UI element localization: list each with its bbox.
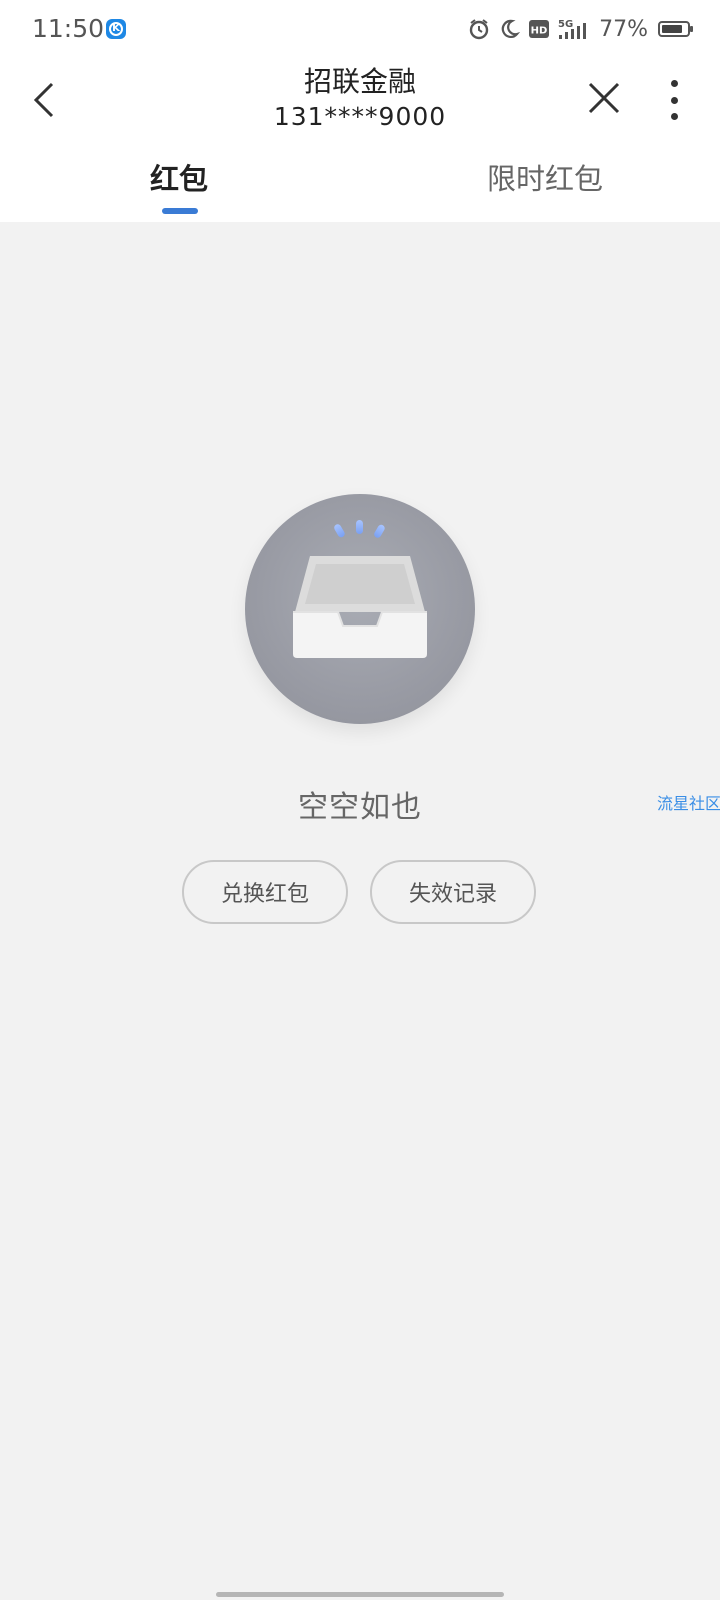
hd-icon: HD <box>527 17 551 41</box>
close-icon <box>588 82 620 114</box>
tab-indicator <box>162 208 198 214</box>
5g-signal-icon: 5G <box>557 17 591 41</box>
expired-records-button[interactable]: 失效记录 <box>370 860 536 924</box>
moon-icon <box>497 17 521 41</box>
tab-bar: 红包 限时红包 <box>0 142 720 222</box>
status-bar: 11:50 K HD 5G 77% <box>0 0 720 58</box>
app-notification-icon: K <box>106 19 126 39</box>
battery-icon <box>658 21 693 37</box>
tab-limited-red-packet[interactable]: 限时红包 <box>487 156 603 198</box>
watermark-text: 流星社区 <box>657 794 720 813</box>
nav-bar: 招联金融 131****9000 <box>0 58 720 142</box>
svg-text:HD: HD <box>531 26 548 37</box>
status-icons: HD 5G 77% <box>467 16 693 42</box>
battery-percent: 77% <box>599 16 648 42</box>
tab-red-packet[interactable]: 红包 <box>150 156 208 198</box>
status-time: 11:50 <box>32 14 105 43</box>
close-button[interactable] <box>584 78 624 118</box>
svg-text:5G: 5G <box>558 19 573 30</box>
more-button[interactable] <box>660 76 688 124</box>
empty-message: 空空如也 <box>298 790 422 825</box>
redeem-red-packet-button[interactable]: 兑换红包 <box>182 860 348 924</box>
home-indicator[interactable] <box>216 1592 504 1597</box>
empty-tray-icon <box>245 494 475 724</box>
more-vertical-icon <box>670 80 678 87</box>
alarm-icon <box>467 17 491 41</box>
